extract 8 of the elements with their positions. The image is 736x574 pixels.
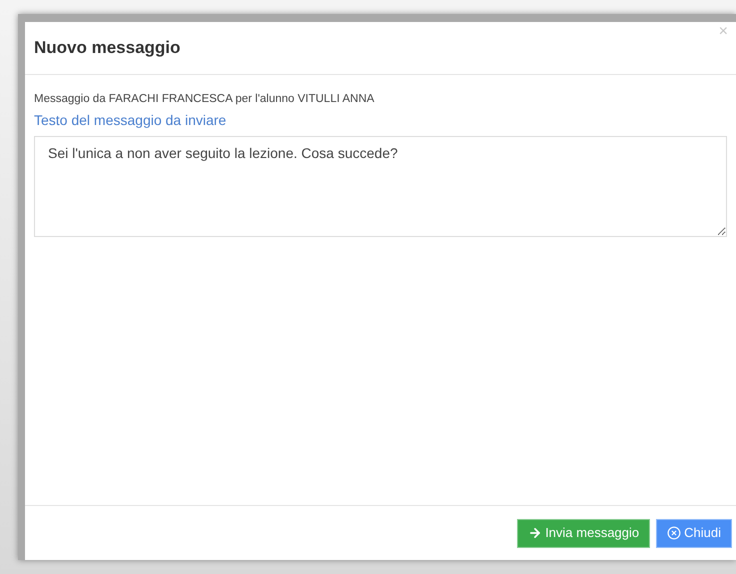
message-info: Messaggio da FARACHI FRANCESCA per l'alunno VITULLI ANNA — [34, 92, 376, 107]
dialog-title: Nuovo messaggio — [34, 37, 180, 60]
send-button[interactable]: Invia messaggio — [517, 518, 650, 548]
field-label: Testo del messaggio da inviare — [34, 111, 228, 130]
close-dialog-button[interactable]: Chiudi — [656, 518, 732, 548]
message-field[interactable]: Sei l'unica a non aver seguito la lezione. Cosa succede? — [34, 136, 727, 238]
close-icon — [667, 526, 682, 540]
close-button[interactable]: × — [718, 24, 728, 40]
